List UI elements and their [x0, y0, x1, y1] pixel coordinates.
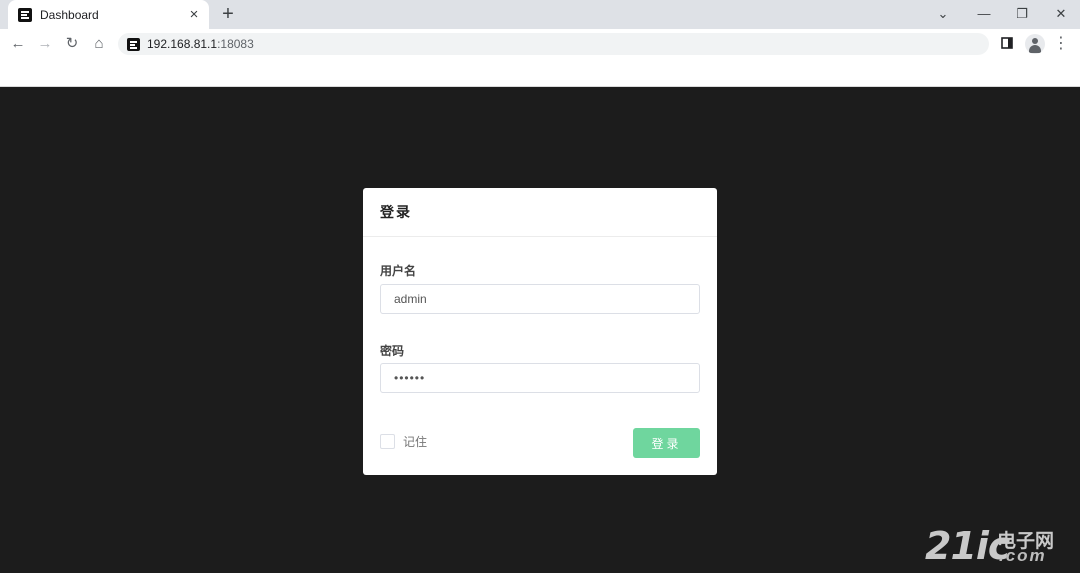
minimize-button[interactable]: — — [974, 5, 994, 23]
close-window-button[interactable]: ✕ — [1051, 5, 1071, 23]
forward-icon[interactable]: → — [35, 34, 55, 54]
close-tab-icon[interactable]: × — [185, 6, 203, 24]
tab-title: Dashboard — [40, 7, 99, 22]
url-port: :18083 — [217, 37, 254, 51]
side-panel-icon[interactable] — [997, 34, 1017, 54]
page-favicon-icon — [18, 7, 32, 22]
tab-strip: Dashboard × + ⌄ — ❐ ✕ — [0, 0, 1080, 29]
restore-button[interactable]: ❐ — [1012, 5, 1032, 23]
username-label: 用户名 — [380, 264, 417, 278]
remember-checkbox[interactable] — [380, 434, 395, 449]
tab-search-icon[interactable]: ⌄ — [933, 5, 953, 23]
url-host: 192.168.81.1 — [147, 37, 218, 51]
login-button[interactable]: 登录 — [633, 428, 700, 458]
home-icon[interactable]: ⌂ — [89, 34, 109, 54]
tab-dashboard[interactable]: Dashboard × — [8, 0, 209, 29]
site-info-icon[interactable] — [127, 37, 140, 51]
address-bar[interactable]: 192.168.81.1:18083 — [118, 33, 989, 55]
remember-me[interactable]: 记住 — [380, 433, 427, 450]
login-dialog: 登录 用户名 密码 记住 登录 — [363, 188, 717, 475]
profile-avatar-icon[interactable] — [1025, 34, 1045, 54]
password-input[interactable] — [380, 363, 700, 393]
watermark-suffix: .com — [999, 546, 1047, 565]
page-top-bar — [0, 59, 1080, 87]
username-input[interactable] — [380, 284, 700, 314]
reload-icon[interactable]: ↻ — [62, 34, 82, 54]
password-label: 密码 — [380, 344, 405, 358]
new-tab-button[interactable]: + — [218, 4, 238, 24]
back-icon[interactable]: ← — [8, 34, 28, 54]
dialog-header: 登录 — [363, 188, 717, 237]
watermark-logo: 21ic 电子网 .com — [925, 524, 1075, 568]
dialog-title: 登录 — [380, 204, 412, 220]
remember-label: 记住 — [403, 435, 428, 449]
menu-icon[interactable]: ⋮ — [1051, 34, 1071, 54]
browser-toolbar: ← → ↻ ⌂ 192.168.81.1:18083 ⋮ — [0, 29, 1080, 59]
